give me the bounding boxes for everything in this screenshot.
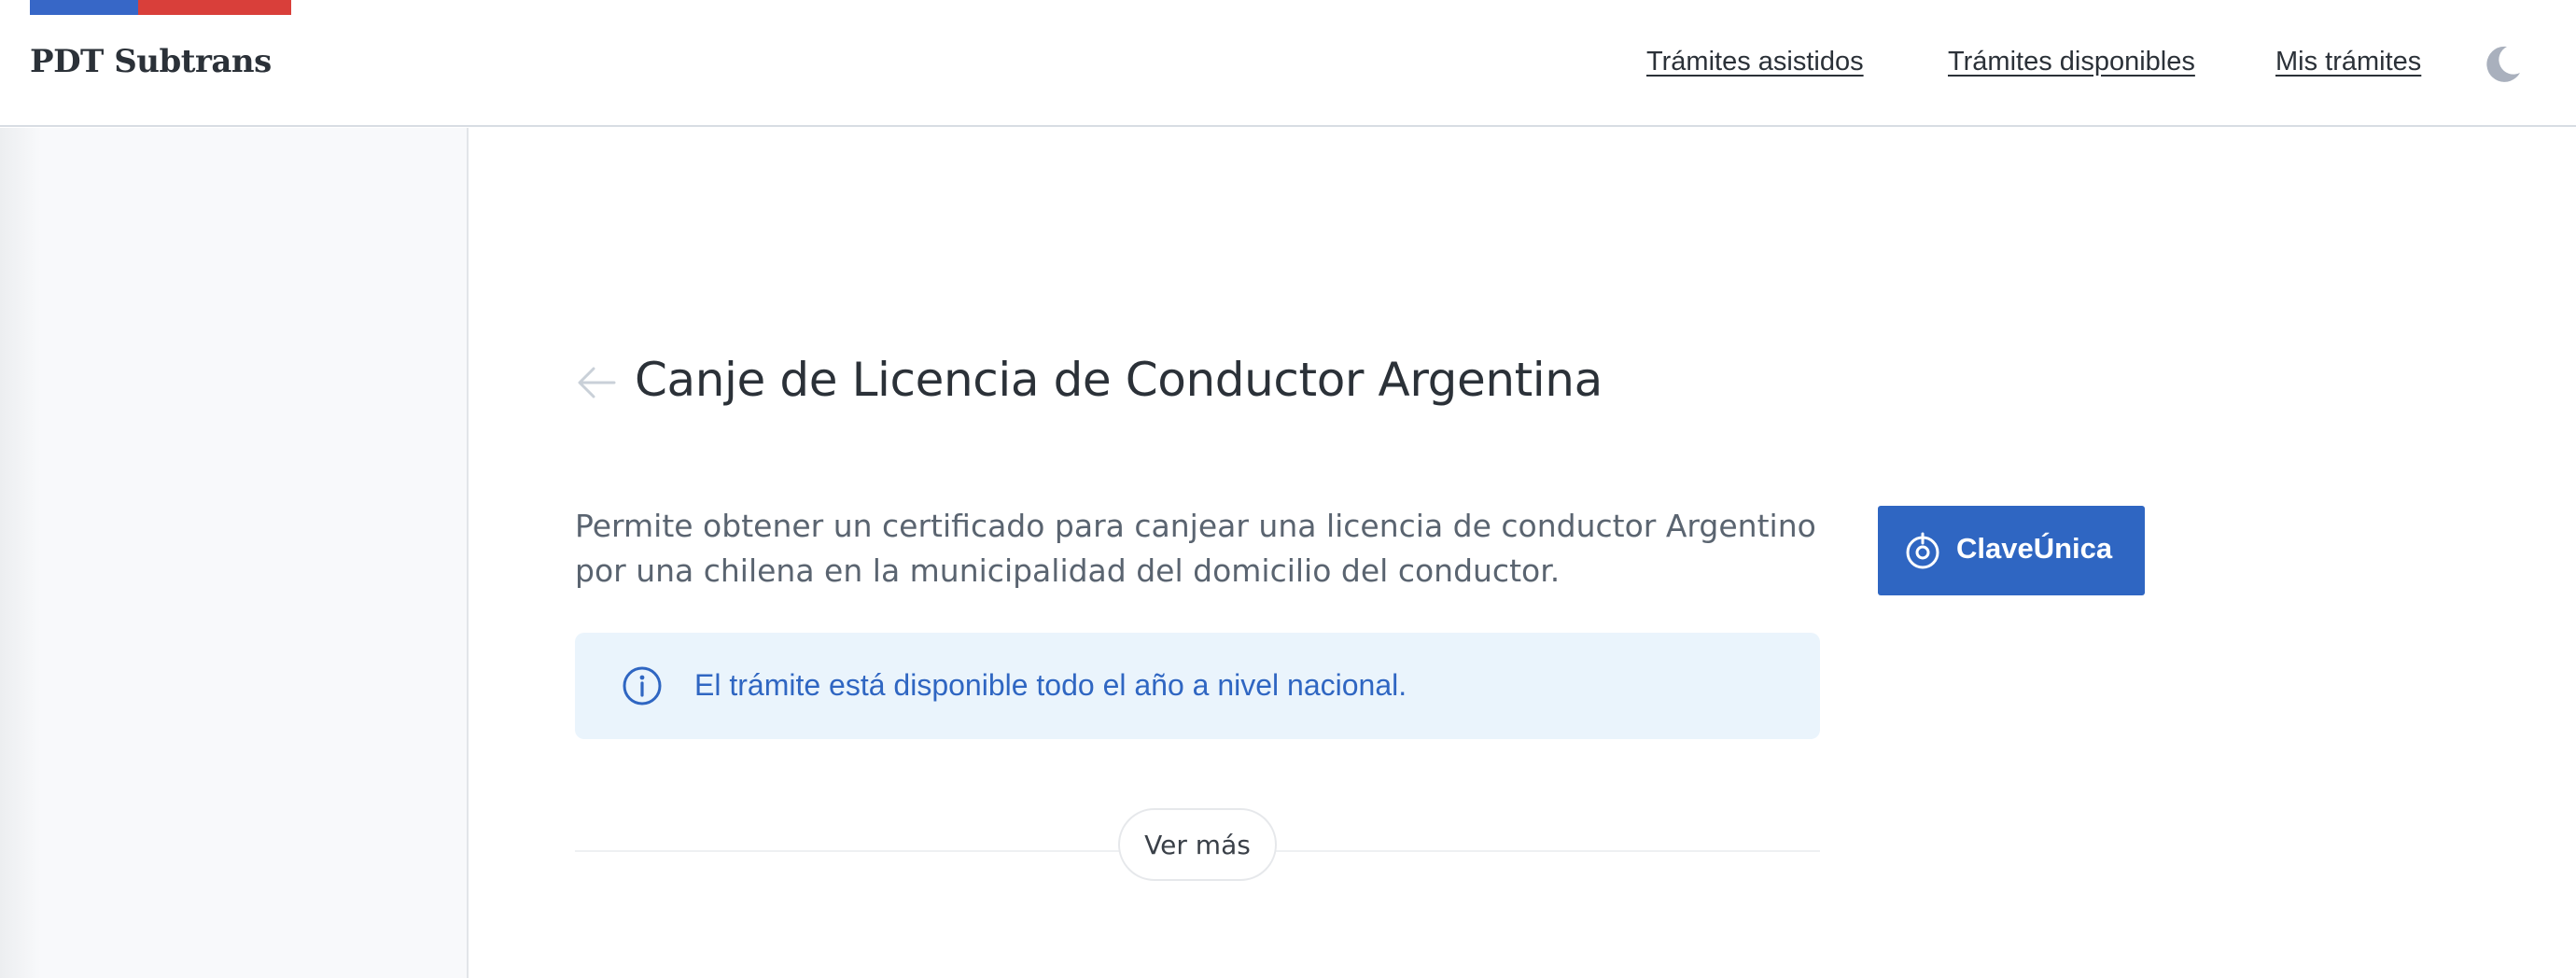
brand-logo-text[interactable]: PDT Subtrans [30, 43, 272, 80]
claveunica-icon [1906, 532, 1939, 569]
procedure-description: Permite obtener un certificado para canj… [575, 508, 1816, 589]
flag-blue-segment [30, 0, 138, 15]
availability-alert: El trámite está disponible todo el año a… [575, 633, 1820, 739]
nav-link-tramites-disponibles[interactable]: Trámites disponibles [1948, 47, 2195, 77]
arrow-left-icon [578, 367, 616, 398]
nav-link-mis-tramites[interactable]: Mis trámites [2275, 47, 2421, 77]
info-icon [623, 666, 662, 706]
nav-link-tramites-asistidos[interactable]: Trámites asistidos [1646, 47, 1864, 77]
claveunica-label: ClaveÚnica [1956, 532, 2113, 565]
claveunica-login-button[interactable]: ClaveÚnica [1878, 506, 2145, 595]
page-title: Canje de Licencia de Conductor Argentina [635, 353, 1603, 407]
top-header: PDT Subtrans Trámites asistidos Trámites… [0, 0, 2576, 127]
flag-red-segment [138, 0, 291, 15]
ver-mas-button[interactable]: Ver más [1118, 808, 1277, 881]
theme-toggle-button[interactable] [2479, 43, 2526, 86]
moon-icon [2486, 46, 2520, 82]
flag-bar [30, 0, 291, 15]
sidebar-shade [0, 128, 41, 978]
back-button[interactable] [575, 364, 618, 401]
alert-text: El trámite está disponible todo el año a… [694, 668, 1407, 702]
page: PDT Subtrans Trámites asistidos Trámites… [0, 0, 2576, 978]
sidebar [0, 128, 469, 978]
